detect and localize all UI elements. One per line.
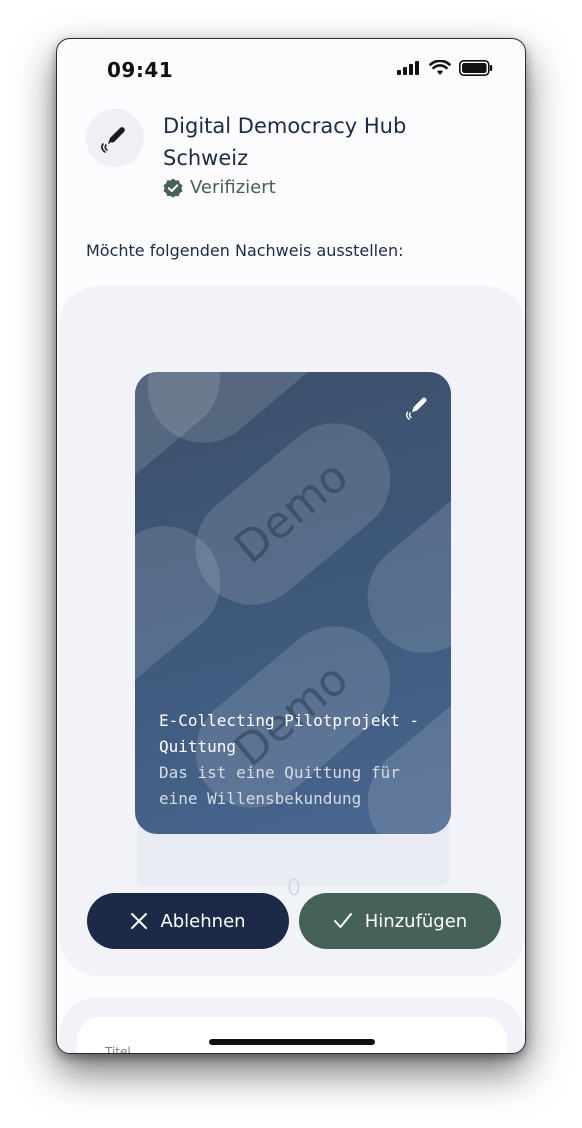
status-time: 09:41 [107, 58, 174, 82]
details-card: Titel [77, 1017, 507, 1054]
accept-button-label: Hinzufügen [364, 910, 468, 932]
wifi-icon [429, 60, 451, 75]
offer-prompt-text: Möchte folgenden Nachweis ausstellen: [86, 241, 404, 260]
checkmark-icon [333, 913, 352, 928]
card-description: Das ist eine Quittung für eine Willensbe… [159, 763, 400, 808]
accept-button[interactable]: Hinzufügen [299, 893, 501, 949]
phone-screen: 09:41 Digital Democracy Hub Schweiz Veri… [56, 38, 526, 1054]
home-indicator[interactable] [209, 1039, 375, 1045]
cellular-signal-icon [397, 61, 419, 75]
decline-button[interactable]: Ablehnen [87, 893, 289, 949]
battery-icon [459, 60, 493, 76]
close-icon [131, 913, 148, 929]
pen-icon [101, 127, 125, 153]
issuer-logo [86, 109, 144, 167]
issuer-name: Digital Democracy Hub Schweiz [163, 114, 407, 170]
status-icons [397, 60, 493, 76]
card-ghost-watermark: 0 [287, 876, 301, 901]
pen-icon [405, 397, 427, 420]
card-title: E-Collecting Pilotprojekt - Quittung [159, 711, 420, 756]
credential-offer-panel: 0 Demo Demo E-Collecting Pilotprojekt - … [59, 286, 525, 976]
verified-badge: Verifiziert [163, 177, 276, 198]
details-field-label: Titel [105, 1045, 131, 1054]
verified-check-icon [163, 178, 183, 197]
decline-button-label: Ablehnen [160, 910, 246, 932]
credential-details-panel: Titel [59, 997, 525, 1054]
verified-label: Verifiziert [190, 177, 276, 198]
credential-card[interactable]: Demo Demo E-Collecting Pilotprojekt - Qu… [135, 372, 451, 834]
